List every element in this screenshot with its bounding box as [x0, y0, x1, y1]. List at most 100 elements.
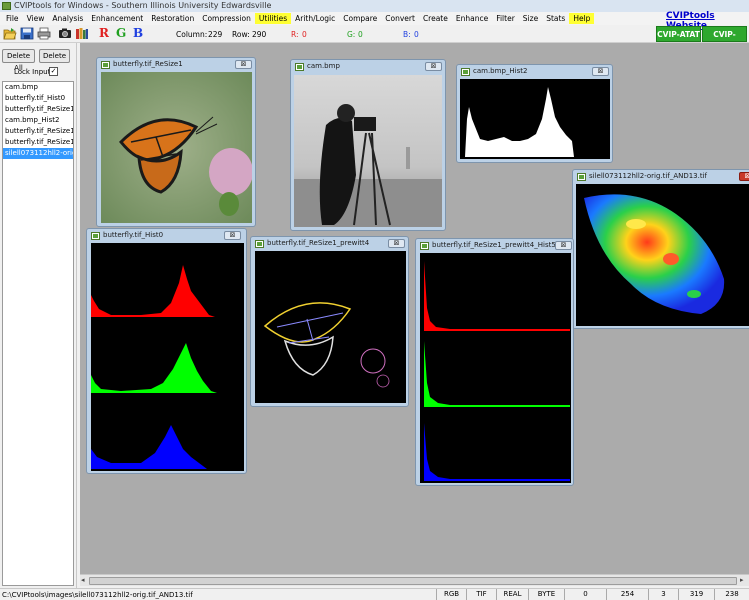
pixel-r-label: R:	[291, 30, 299, 39]
menu-item-help[interactable]: Help	[569, 13, 595, 24]
menu-item-convert[interactable]: Convert	[381, 13, 419, 24]
pixel-b-value: 0	[414, 30, 419, 39]
pixel-b-label: B:	[403, 30, 411, 39]
image-window-icon	[461, 68, 470, 76]
window-title-prewitt: butterfly.tif_ReSize1_prewitt4	[267, 239, 370, 247]
window-title-bar: CVIPtools for Windows - Southern Illinoi…	[0, 0, 749, 12]
window-title-butterfly-resize: butterfly.tif_ReSize1	[113, 60, 183, 68]
close-icon[interactable]: ⊠	[425, 62, 442, 71]
window-title-cam-hist: cam.bmp_Hist2	[473, 67, 528, 75]
image-window-icon	[101, 61, 110, 69]
status-bar: C:\CVIPtools\images\silell073112hll2-ori…	[0, 588, 749, 600]
lock-input-checkbox[interactable]: ✓	[49, 67, 58, 76]
delete-button[interactable]: Delete	[39, 49, 70, 63]
pixel-g-value: 0	[358, 30, 363, 39]
image-list-item[interactable]: butterfly.tif_ReSize1	[3, 104, 73, 115]
image-list-item[interactable]: silell073112hll2-orig	[3, 148, 73, 159]
print-icon[interactable]	[37, 27, 51, 40]
menu-item-compare[interactable]: Compare	[339, 13, 381, 24]
menu-item-enhancement[interactable]: Enhancement	[87, 13, 147, 24]
status-data-type: BYTE	[528, 589, 564, 600]
cvip-atat-button[interactable]: CVIP-ATAT	[656, 26, 701, 42]
window-title: CVIPtools for Windows - Southern Illinoi…	[14, 1, 272, 10]
row-value: 290	[252, 30, 267, 39]
image-window-icon	[577, 173, 586, 181]
cvip-fepc-button[interactable]: CVIP-FEPC	[702, 26, 747, 55]
window-title-cam: cam.bmp	[307, 62, 340, 70]
image-list[interactable]: cam.bmp butterfly.tif_Hist0 butterfly.tif_…	[2, 81, 74, 586]
image-window-icon	[255, 240, 264, 248]
column-label: Column:	[176, 30, 208, 39]
menu-item-stats[interactable]: Stats	[542, 13, 569, 24]
menu-item-arith-logic[interactable]: Arith/Logic	[291, 13, 339, 24]
window-title-prewitt-hist: butterfly.tif_ReSize1_prewitt4_Hist5	[432, 241, 556, 249]
pixel-g-label: G:	[347, 30, 356, 39]
window-butterfly-hist[interactable]: butterfly.tif_Hist0 ⊠	[86, 228, 247, 474]
window-title-butterfly-hist: butterfly.tif_Hist0	[103, 231, 164, 239]
column-value: 229	[208, 30, 223, 39]
window-prewitt[interactable]: butterfly.tif_ReSize1_prewitt4 ⊠	[250, 236, 409, 407]
image-list-item[interactable]: butterfly.tif_ReSize1_	[3, 126, 73, 137]
green-channel-button[interactable]: G	[116, 26, 126, 40]
library-books-icon[interactable]	[75, 27, 89, 40]
menu-item-utilities[interactable]: Utilities	[254, 13, 292, 24]
image-queue-panel: Delete All Delete Lock Input ✓ cam.bmp bu…	[0, 43, 77, 588]
menu-item-size[interactable]: Size	[519, 13, 542, 24]
histogram-grayscale	[460, 79, 610, 159]
menu-item-filter[interactable]: Filter	[492, 13, 519, 24]
window-cam[interactable]: cam.bmp ⊠	[290, 59, 446, 231]
menu-item-enhance[interactable]: Enhance	[452, 13, 492, 24]
menu-item-create[interactable]: Create	[419, 13, 452, 24]
window-cam-hist[interactable]: cam.bmp_Hist2 ⊠	[456, 64, 613, 163]
close-icon[interactable]: ⊠	[388, 239, 405, 248]
lock-input-label: Lock Input	[14, 68, 51, 76]
cviptools-app-icon	[2, 2, 11, 10]
image-window-icon	[420, 242, 429, 250]
close-icon[interactable]: ⊠	[555, 241, 572, 250]
cameraman-image	[294, 75, 442, 227]
close-icon[interactable]: ⊠	[224, 231, 241, 240]
menu-item-compression[interactable]: Compression	[198, 13, 255, 24]
row-label: Row:	[232, 30, 250, 39]
close-icon[interactable]: ⊠	[739, 172, 749, 181]
histogram-prewitt	[420, 253, 571, 483]
image-list-item[interactable]: cam.bmp_Hist2	[3, 115, 73, 126]
close-icon[interactable]: ⊠	[235, 60, 252, 69]
delete-all-button[interactable]: Delete All	[2, 49, 35, 72]
scroll-left-arrow-icon[interactable]: ◂	[81, 576, 85, 584]
status-min-value: 0	[564, 589, 606, 600]
window-prewitt-hist[interactable]: butterfly.tif_ReSize1_prewitt4_Hist5 ⊠	[415, 238, 574, 486]
image-window-icon	[295, 63, 304, 71]
window-butterfly-resize[interactable]: butterfly.tif_ReSize1 ⊠	[96, 57, 256, 227]
scrollbar-thumb[interactable]	[89, 577, 737, 585]
blue-channel-button[interactable]: B	[133, 26, 143, 40]
silell-colormap-image	[576, 184, 749, 326]
image-window-icon	[91, 232, 100, 240]
open-folder-icon[interactable]	[3, 27, 17, 40]
mdi-workspace: butterfly.tif_ReSize1 ⊠ cam.bmp ⊠ cam.bm…	[80, 43, 749, 574]
image-list-item[interactable]: butterfly.tif_Hist0	[3, 93, 73, 104]
image-list-item[interactable]: butterfly.tif_ReSize1	[3, 137, 73, 148]
image-list-item[interactable]: cam.bmp	[3, 82, 73, 93]
save-disk-icon[interactable]	[20, 27, 34, 40]
menu-item-analysis[interactable]: Analysis	[48, 13, 87, 24]
status-width: 319	[678, 589, 714, 600]
red-channel-button[interactable]: R	[99, 26, 109, 40]
histogram-rgb	[91, 243, 244, 471]
menu-item-file[interactable]: File	[2, 13, 23, 24]
status-color-space: RGB	[436, 589, 466, 600]
menu-item-view[interactable]: View	[23, 13, 49, 24]
scroll-right-arrow-icon[interactable]: ▸	[740, 576, 744, 584]
status-height: 238	[714, 589, 749, 600]
status-data-format: REAL	[496, 589, 528, 600]
prewitt-edge-image	[255, 251, 406, 403]
status-file-path: C:\CVIPtools\images\silell073112hll2-ori…	[2, 591, 193, 599]
status-file-format: TIF	[466, 589, 496, 600]
menu-item-restoration[interactable]: Restoration	[147, 13, 198, 24]
workspace-horizontal-scrollbar[interactable]: ◂ ▸	[80, 574, 749, 586]
pixel-r-value: 0	[302, 30, 307, 39]
status-bands: 3	[648, 589, 678, 600]
close-icon[interactable]: ⊠	[592, 67, 609, 76]
camera-icon[interactable]	[58, 27, 72, 40]
window-silell-and13[interactable]: silell073112hll2-orig.tif_AND13.tif ⊠	[572, 169, 749, 329]
